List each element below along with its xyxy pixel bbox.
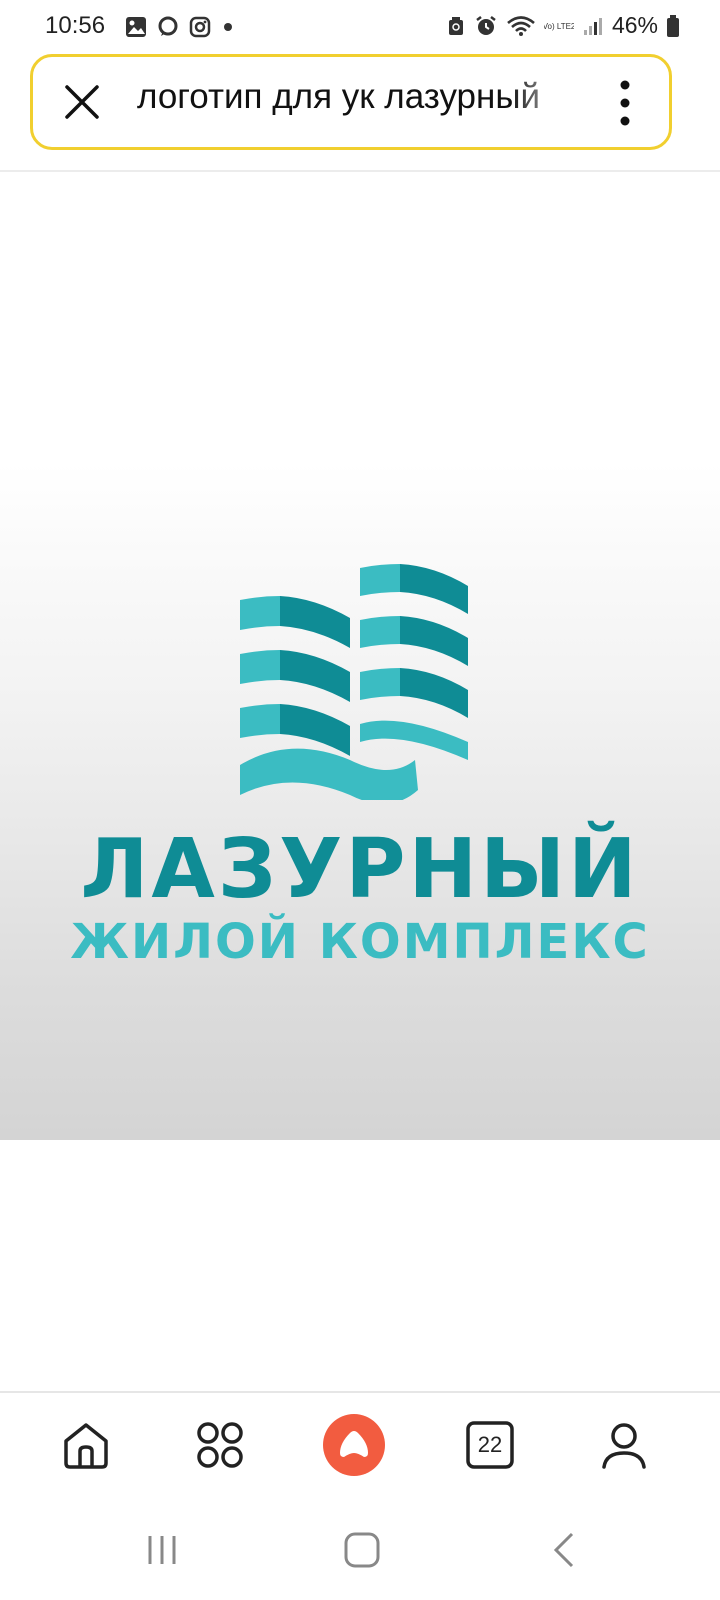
services-grid-icon [197,1422,243,1468]
instagram-icon [189,16,211,38]
close-icon[interactable] [61,81,103,123]
dot-icon [224,23,232,31]
signal-icon [583,17,602,35]
clock: 10:56 [45,12,106,39]
wifi-icon [507,15,535,36]
alarm-icon [476,15,496,35]
home-button-icon[interactable] [342,1530,382,1570]
logo-title: ЛАЗУРНЫЙ [80,822,640,917]
battery-icon [667,14,679,37]
nav-profile[interactable] [592,1413,656,1477]
system-navigation [0,1500,720,1600]
gallery-icon [126,17,146,37]
nav-alice[interactable] [322,1413,386,1477]
search-query[interactable]: логотип для ук лазурный [137,77,577,117]
battery-percent: 46% [611,12,658,38]
building-wave-logo [240,564,468,800]
alice-assistant-icon [323,1414,385,1476]
logo-subtitle: ЖИЛОЙ КОМПЛЕКС [70,914,650,970]
lte-icon: Vo) LTE2 [544,22,574,31]
svg-text:Vo) LTE2: Vo) LTE2 [544,22,574,31]
search-bar[interactable]: логотип для ук лазурный [30,54,672,150]
status-bar: 10:56 Vo) LTE2 46% [0,0,720,54]
nav-tabs[interactable]: 22 [458,1413,522,1477]
more-vert-icon[interactable] [605,75,645,131]
tabs-count: 22 [477,1432,503,1457]
bottom-navigation: 22 [0,1393,720,1501]
recent-apps-icon[interactable] [142,1530,182,1570]
search-result-image[interactable]: ЛАЗУРНЫЙ ЖИЛОЙ КОМПЛЕКС [0,172,720,1140]
home-icon [64,1423,108,1469]
back-icon[interactable] [544,1530,584,1570]
nav-services[interactable] [188,1413,252,1477]
nav-home[interactable] [54,1413,118,1477]
profile-icon [602,1423,646,1469]
chat-bubble-icon [158,16,178,36]
recycle-icon [448,16,463,35]
